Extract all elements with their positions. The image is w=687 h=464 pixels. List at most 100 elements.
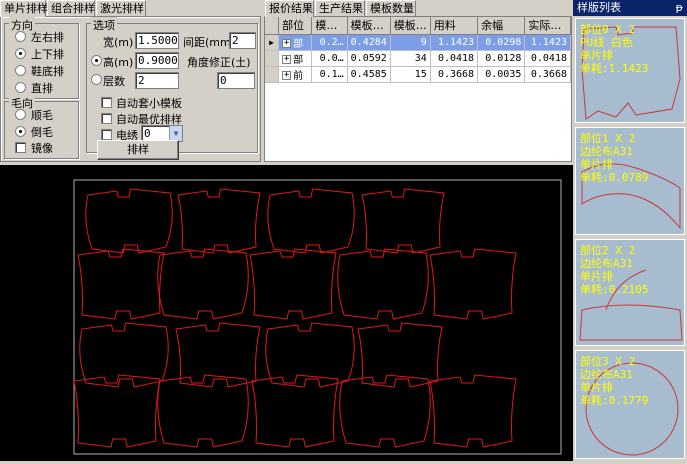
cable-select-value: 0 bbox=[144, 127, 151, 140]
tab-single-layout[interactable]: 单片排样 bbox=[0, 0, 48, 17]
table-row[interactable]: + 前 0.1… 0.4585 15 0.3668 0.0035 0.3668 bbox=[265, 66, 571, 83]
table-cell[interactable]: 1.1423 bbox=[524, 34, 571, 51]
sample-card[interactable]: 部位3 X 2 边纶布A31 单片排 单耗:0.1779 bbox=[575, 350, 685, 459]
layout-button[interactable]: 排样 bbox=[97, 140, 179, 160]
tab-production-result[interactable]: 生产结果 bbox=[315, 0, 365, 16]
pattern-piece bbox=[429, 374, 517, 448]
radio-with-nap[interactable] bbox=[15, 109, 26, 120]
card-usage: 单耗:0.2105 bbox=[580, 283, 649, 296]
sample-list-header: 样版列表 ᵽ bbox=[573, 0, 687, 16]
row-indicator[interactable] bbox=[265, 66, 280, 83]
sample-card-text: 部位1 X 2 边纶布A31 单片排 单耗:0.0789 bbox=[580, 132, 648, 184]
expand-icon[interactable]: + bbox=[282, 55, 292, 64]
table-row[interactable]: ▶ + 部 0.2… 0.4284 9 1.1423 0.0298 1.1423 bbox=[265, 34, 571, 51]
card-usage: 单耗:0.0789 bbox=[580, 171, 649, 184]
col-header-part[interactable]: 部位 bbox=[278, 17, 313, 35]
table-cell[interactable]: 0.3668 bbox=[524, 66, 571, 83]
chevron-down-icon[interactable]: ▼ bbox=[169, 126, 182, 141]
sample-card-text: 部位3 X 2 边纶布A31 单片排 单耗:0.1779 bbox=[580, 355, 648, 407]
sample-card-text: 部位2 X 2 边纶布A31 单片排 单耗:0.2105 bbox=[580, 244, 648, 296]
table-cell[interactable]: 9 bbox=[390, 34, 431, 51]
table-cell[interactable]: 1.1423 bbox=[430, 34, 479, 51]
layout-drawing bbox=[73, 179, 562, 455]
table-cell[interactable]: 34 bbox=[390, 50, 431, 67]
table-cell[interactable]: + 部 bbox=[278, 50, 313, 67]
radio-shoe-sole[interactable] bbox=[15, 65, 26, 76]
table-cell[interactable]: + 前 bbox=[278, 66, 313, 83]
width-label: 宽(m) bbox=[103, 36, 134, 49]
table-cell[interactable]: + 部 bbox=[278, 34, 313, 51]
table-cell[interactable]: 0.0035 bbox=[477, 66, 526, 83]
col-header-margin[interactable]: 余幅 bbox=[477, 17, 526, 35]
auto-best-layout-checkbox[interactable] bbox=[101, 113, 112, 124]
sample-card[interactable]: 部位2 X 2 边纶布A31 单片排 单耗:0.2105 bbox=[575, 239, 685, 346]
sample-card[interactable]: 部位1 X 2 边纶布A31 单片排 单耗:0.0789 bbox=[575, 127, 685, 235]
card-title: 部位2 X 2 bbox=[580, 244, 636, 257]
radio-top-bottom[interactable] bbox=[15, 48, 26, 59]
table-cell[interactable]: 0.4585 bbox=[347, 66, 391, 83]
cable-checkbox[interactable] bbox=[101, 129, 112, 140]
card-usage: 单耗:1.1423 bbox=[580, 62, 649, 75]
pattern-piece bbox=[73, 374, 161, 448]
table-cell[interactable]: 0.0128 bbox=[477, 50, 526, 67]
card-title: 部位3 X 2 bbox=[580, 355, 636, 368]
card-mode: 单片排 bbox=[580, 381, 613, 394]
pattern-piece bbox=[77, 248, 165, 320]
fabric-boundary bbox=[73, 179, 562, 455]
options-title: 选项 bbox=[91, 17, 117, 33]
table-cell[interactable]: 0.1… bbox=[311, 66, 348, 83]
results-table: 部位 模… 模板… 模板… 用料 余幅 实际… ▶ + 部 0.2… 0.4284 9 1.… bbox=[265, 17, 571, 83]
tab-quote-result[interactable]: 报价结果 bbox=[265, 0, 314, 17]
tab-laser-layout[interactable]: 激光排样 bbox=[96, 0, 146, 16]
layers-input[interactable]: 2 bbox=[135, 72, 179, 89]
height-input[interactable]: 0.9000 bbox=[135, 52, 179, 69]
mirror-checkbox[interactable] bbox=[15, 142, 26, 153]
row-indicator[interactable]: ▶ bbox=[265, 34, 280, 51]
sample-card[interactable]: 部位0 X 2 PU线 白色 单片排 单耗:1.1423 bbox=[575, 18, 685, 123]
gap-input[interactable]: 2 bbox=[229, 32, 256, 49]
col-header-template-a[interactable]: 模板… bbox=[347, 17, 391, 35]
tab-combined-layout[interactable]: 组合排样 bbox=[47, 0, 95, 16]
results-table-panel: 部位 模… 模板… 模板… 用料 余幅 实际… ▶ + 部 0.2… 0.4284 9 1.… bbox=[264, 16, 572, 162]
expand-icon[interactable]: + bbox=[282, 39, 292, 48]
card-mode: 单片排 bbox=[580, 270, 613, 283]
table-row[interactable]: + 部 0.0… 0.0592 34 0.0418 0.0128 0.0418 bbox=[265, 50, 571, 67]
table-cell[interactable]: 0.0592 bbox=[347, 50, 391, 67]
height-label: 高(m) bbox=[103, 56, 134, 69]
table-cell[interactable]: 0.3668 bbox=[430, 66, 479, 83]
table-cell[interactable]: 15 bbox=[390, 66, 431, 83]
row-indicator[interactable] bbox=[265, 50, 280, 67]
col-header-actual[interactable]: 实际… bbox=[524, 17, 571, 35]
pattern-piece bbox=[85, 188, 173, 254]
col-header-material[interactable]: 用料 bbox=[430, 17, 479, 35]
card-usage: 单耗:0.1779 bbox=[580, 394, 649, 407]
expand-icon[interactable]: + bbox=[282, 71, 292, 80]
auto-min-template-checkbox[interactable] bbox=[101, 97, 112, 108]
radio-left-right[interactable] bbox=[15, 31, 26, 42]
radio-layers[interactable] bbox=[91, 74, 102, 85]
width-input[interactable]: 1.5000 bbox=[135, 32, 179, 49]
table-cell[interactable]: 0.2… bbox=[311, 34, 348, 51]
radio-straight[interactable] bbox=[15, 82, 26, 93]
col-header-mo[interactable]: 模… bbox=[311, 17, 348, 35]
radio-against-nap[interactable] bbox=[15, 126, 26, 137]
radio-height[interactable] bbox=[91, 55, 102, 66]
pin-icon[interactable]: ᵽ bbox=[676, 0, 683, 15]
table-cell[interactable]: 0.0418 bbox=[524, 50, 571, 67]
pattern-piece bbox=[249, 248, 337, 320]
table-cell[interactable]: 0.0… bbox=[311, 50, 348, 67]
angle-input[interactable]: 0 bbox=[217, 72, 255, 89]
layers-label: 层数 bbox=[103, 75, 125, 88]
card-title: 部位0 X 2 bbox=[580, 23, 636, 36]
table-cell[interactable]: 0.0298 bbox=[477, 34, 526, 51]
direction-group: 方向 左右排 上下排 鞋底排 直排 bbox=[4, 17, 79, 99]
table-cell[interactable]: 0.0418 bbox=[430, 50, 479, 67]
layout-canvas[interactable] bbox=[0, 165, 573, 461]
angle-label: 角度修正(土) bbox=[187, 56, 251, 69]
card-title: 部位1 X 2 bbox=[580, 132, 636, 145]
label-top-bottom: 上下排 bbox=[31, 48, 64, 61]
tab-template-quantity[interactable]: 模板数量 bbox=[366, 0, 416, 16]
table-header-row: 部位 模… 模板… 模板… 用料 余幅 实际… bbox=[265, 17, 571, 35]
table-cell[interactable]: 0.4284 bbox=[347, 34, 391, 51]
col-header-template-b[interactable]: 模板… bbox=[390, 17, 431, 35]
